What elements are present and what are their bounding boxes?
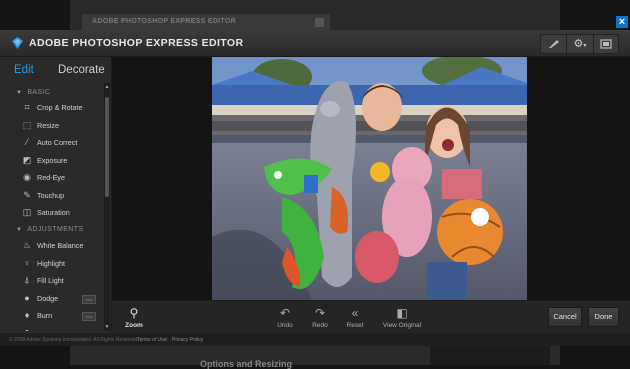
tools-panel: Edit Decorate ▼ BASIC ⌗ Crop & Rotate ⬚ R… — [0, 57, 112, 333]
tool-fill-light[interactable]: ⍋ Fill Light — [22, 274, 104, 288]
section-basic-label: BASIC — [27, 89, 51, 96]
tool-label: Crop & Rotate — [37, 103, 83, 112]
tool-burn[interactable]: ♦ Burn ▭▭ — [22, 309, 104, 323]
fullscreen-icon — [600, 39, 612, 49]
tool-red-eye[interactable]: ◉ Red-Eye — [22, 171, 104, 185]
tool-dodge[interactable]: ● Dodge ▭▭ — [22, 292, 104, 306]
background-close-icon — [315, 18, 324, 27]
view-original-label: View Original — [382, 322, 422, 329]
tool-icon: ▪ — [25, 326, 29, 331]
terms-link[interactable]: Terms of Use — [137, 337, 166, 343]
collapse-triangle-icon: ▼ — [16, 90, 23, 96]
brush-mode-badge: ▭▭ — [82, 295, 96, 304]
bottom-toolbar: ⚲ Zoom ↶ Undo ↷ Redo « Reset ◧ View Orig… — [112, 300, 630, 334]
gear-icon: ⚙ — [573, 38, 584, 50]
chevron-down-icon: ▾ — [583, 43, 587, 49]
section-adjustments-label: ADJUSTMENTS — [27, 226, 84, 233]
fullscreen-button[interactable] — [593, 34, 619, 54]
tool-label: Exposure — [37, 156, 68, 165]
tool-touchup[interactable]: ✎ Touchup — [22, 189, 104, 203]
collapse-triangle-icon: ▼ — [16, 227, 23, 233]
tools-list: ▼ BASIC ⌗ Crop & Rotate ⬚ Resize ⁄ Auto C… — [0, 83, 104, 331]
tool-label: Red-Eye — [37, 173, 65, 182]
zoom-button[interactable]: ⚲ Zoom — [121, 306, 147, 329]
tool-highlight[interactable]: ♀ Highlight — [22, 257, 104, 271]
touchup-icon: ✎ — [23, 190, 31, 200]
tool-white-balance[interactable]: ♨ White Balance — [22, 239, 104, 253]
dodge-icon: ● — [24, 293, 30, 303]
scroll-down-icon[interactable]: ▼ — [104, 323, 110, 331]
background-heading: Options and Resizing — [200, 359, 293, 369]
tools-scrollbar[interactable]: ▲ ▼ — [104, 83, 110, 331]
window-title: ADOBE PHOTOSHOP EXPRESS EDITOR — [29, 37, 244, 49]
draw-tool-button[interactable] — [540, 34, 568, 54]
tool-auto-correct[interactable]: ⁄ Auto Correct — [22, 136, 104, 150]
tool-label: Burn — [37, 311, 53, 320]
eye-icon: ◉ — [23, 172, 31, 182]
tool-label: Dodge — [37, 294, 59, 303]
tool-crop-rotate[interactable]: ⌗ Crop & Rotate — [22, 101, 104, 115]
copyright-text: © 2008 Adobe Systems Incorporated. All R… — [9, 337, 139, 343]
background-block — [430, 346, 550, 365]
tool-label: Highlight — [37, 259, 65, 268]
zoom-label: Zoom — [125, 322, 143, 329]
redo-button[interactable]: ↷ Redo — [309, 306, 331, 329]
tool-label: Saturation — [37, 208, 70, 217]
undo-icon: ↶ — [279, 306, 291, 320]
undo-label: Undo — [277, 322, 293, 329]
magnifier-icon: ⚲ — [129, 306, 139, 320]
resize-icon: ⬚ — [22, 120, 32, 130]
view-original-button[interactable]: ◧ View Original — [380, 306, 424, 329]
tool-label: Fill Light — [37, 276, 64, 285]
scroll-up-icon[interactable]: ▲ — [104, 83, 110, 91]
reset-button[interactable]: « Reset — [344, 306, 366, 329]
highlight-icon: ♀ — [23, 258, 31, 268]
scrollbar-thumb[interactable] — [105, 97, 109, 197]
privacy-link[interactable]: Privacy Policy — [172, 337, 203, 343]
redo-label: Redo — [312, 322, 328, 329]
compare-icon: ◧ — [396, 306, 408, 320]
tab-decorate[interactable]: Decorate — [58, 64, 105, 76]
reset-icon: « — [351, 306, 359, 320]
white-balance-icon: ♨ — [22, 240, 32, 250]
brush-mode-badge: ▭▭ — [82, 312, 96, 321]
cancel-button[interactable]: Cancel — [548, 307, 582, 327]
footer: © 2008 Adobe Systems Incorporated. All R… — [0, 333, 630, 346]
tool-label: White Balance — [37, 241, 84, 250]
undo-button[interactable]: ↶ Undo — [274, 306, 296, 329]
editor-window: ADOBE PHOTOSHOP EXPRESS EDITOR ⚙▾ Edit D… — [0, 30, 630, 346]
close-icon[interactable]: × — [616, 16, 628, 28]
photo — [212, 57, 527, 300]
tab-edit[interactable]: Edit — [14, 64, 34, 76]
tool-label: Touchup — [37, 191, 65, 200]
section-adjustments[interactable]: ▼ ADJUSTMENTS — [16, 226, 83, 233]
brush-icon — [549, 40, 559, 48]
background-title: ADOBE PHOTOSHOP EXPRESS EDITOR — [92, 18, 236, 25]
tool-next-partial[interactable]: ▪ — [22, 325, 104, 331]
burn-icon: ♦ — [24, 310, 30, 320]
photoshop-express-logo — [12, 37, 23, 49]
footer-separator: | — [166, 337, 168, 343]
saturation-icon: ◫ — [22, 207, 32, 217]
settings-button[interactable]: ⚙▾ — [566, 34, 594, 54]
done-button[interactable]: Done — [588, 307, 619, 327]
fill-light-icon: ⍋ — [24, 275, 30, 285]
exposure-icon: ◩ — [22, 155, 32, 165]
wand-icon: ⁄ — [26, 137, 28, 147]
tool-resize[interactable]: ⬚ Resize — [22, 119, 104, 133]
tool-exposure[interactable]: ◩ Exposure — [22, 154, 104, 168]
redo-icon: ↷ — [314, 306, 326, 320]
title-bar: ADOBE PHOTOSHOP EXPRESS EDITOR ⚙▾ — [0, 30, 630, 57]
tool-saturation[interactable]: ◫ Saturation — [22, 206, 104, 220]
tool-label: Auto Correct — [37, 138, 78, 147]
crop-icon: ⌗ — [24, 102, 30, 112]
section-basic[interactable]: ▼ BASIC — [16, 89, 50, 96]
reset-label: Reset — [346, 322, 364, 329]
image-canvas[interactable] — [112, 57, 630, 300]
tool-label: Resize — [37, 121, 59, 130]
